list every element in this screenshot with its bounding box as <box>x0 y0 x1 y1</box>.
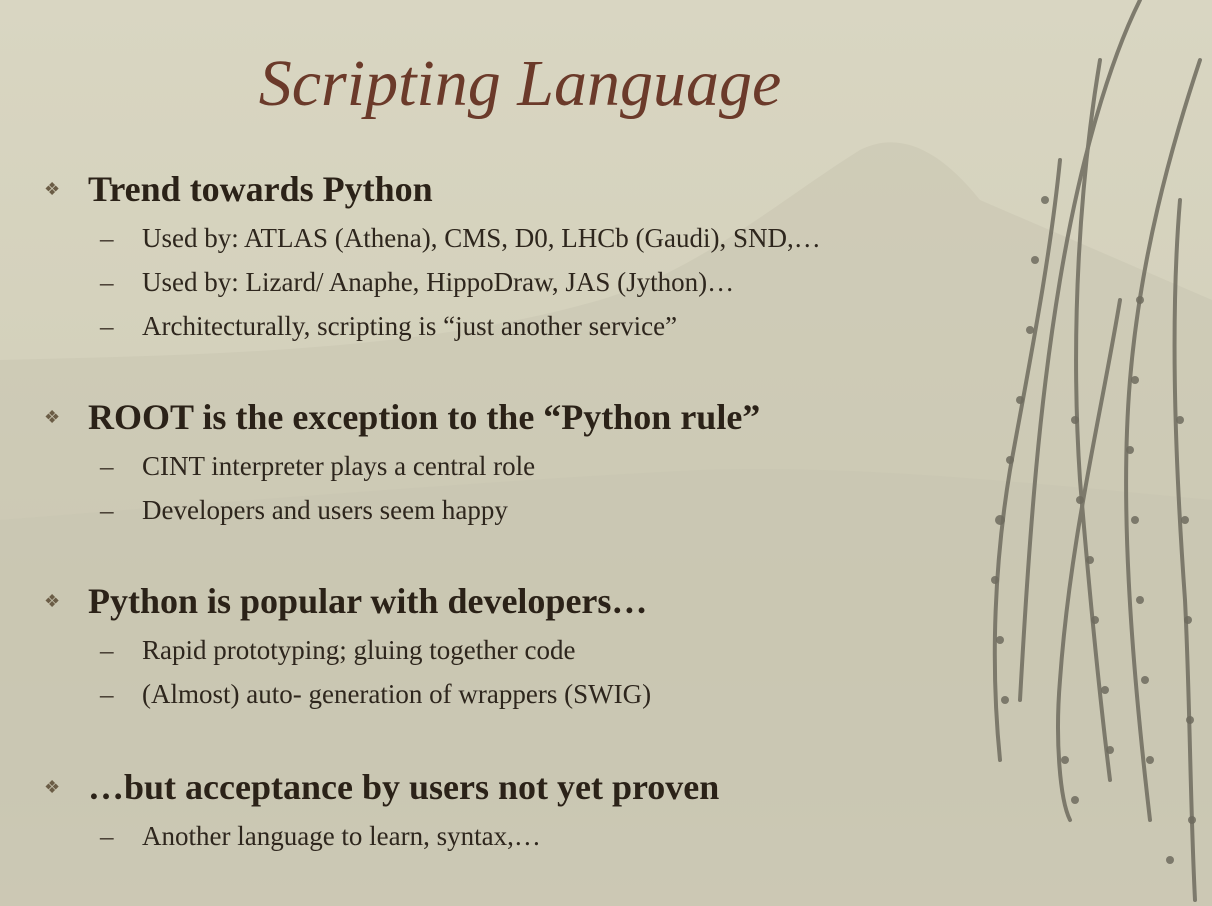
bullet-item: ❖ Trend towards Python – Used by: ATLAS (… <box>44 168 821 348</box>
bullet-item: ❖ …but acceptance by users not yet prove… <box>44 766 719 858</box>
diamond-bullet-icon: ❖ <box>44 178 61 199</box>
diamond-bullet-icon: ❖ <box>44 406 61 427</box>
dash-marker: – <box>100 635 114 665</box>
sub-item: – Used by: ATLAS (Athena), CMS, D0, LHCb … <box>100 216 821 260</box>
bullet-item: ❖ Python is popular with developers… – Ra… <box>44 580 651 716</box>
slide-title: Scripting Language <box>258 47 782 120</box>
sub-list: – CINT interpreter plays a central role –… <box>100 444 760 532</box>
sub-text: Used by: ATLAS (Athena), CMS, D0, LHCb (… <box>142 223 821 253</box>
sub-text: Architecturally, scripting is “just anot… <box>142 311 678 341</box>
dash-marker: – <box>100 267 114 297</box>
bullet-text: …but acceptance by users not yet proven <box>88 767 720 807</box>
dash-marker: – <box>100 311 114 341</box>
diamond-bullet-icon: ❖ <box>44 776 61 797</box>
sub-text: CINT interpreter plays a central role <box>142 451 536 481</box>
sub-item: – Used by: Lizard/ Anaphe, HippoDraw, JAS… <box>100 260 821 304</box>
bullet-text: Python is popular with developers… <box>88 581 648 621</box>
slide: Scripting Language ❖ Trend towards Pytho… <box>0 0 1212 906</box>
sub-text: (Almost) auto- generation of wrappers (S… <box>142 679 652 709</box>
sub-text: Rapid prototyping; gluing together code <box>142 635 576 665</box>
diamond-bullet-icon: ❖ <box>44 590 61 611</box>
sub-text: Another language to learn, syntax,… <box>142 821 541 851</box>
bullet-text: ROOT is the exception to the “Python rul… <box>88 397 761 437</box>
sub-item: – Architecturally, scripting is “just ano… <box>100 304 821 348</box>
sub-item: – Rapid prototyping; gluing together code <box>100 628 651 672</box>
bullet-text: Trend towards Python <box>88 169 433 209</box>
sub-list: – Rapid prototyping; gluing together code… <box>100 628 651 716</box>
dash-marker: – <box>100 451 114 481</box>
sub-item: – CINT interpreter plays a central role <box>100 444 760 488</box>
sub-text: Used by: Lizard/ Anaphe, HippoDraw, JAS … <box>142 267 735 297</box>
sub-item: – Developers and users seem happy <box>100 488 760 532</box>
dash-marker: – <box>100 223 114 253</box>
sub-list: – Another language to learn, syntax,… <box>100 814 719 858</box>
bullet-item: ❖ ROOT is the exception to the “Python r… <box>44 396 760 532</box>
dash-marker: – <box>100 495 114 525</box>
dash-marker: – <box>100 821 114 851</box>
sub-item: – (Almost) auto- generation of wrappers (… <box>100 672 651 716</box>
dash-marker: – <box>100 679 114 709</box>
sub-item: – Another language to learn, syntax,… <box>100 814 719 858</box>
sub-list: – Used by: ATLAS (Athena), CMS, D0, LHCb … <box>100 216 821 348</box>
sub-text: Developers and users seem happy <box>142 495 508 525</box>
